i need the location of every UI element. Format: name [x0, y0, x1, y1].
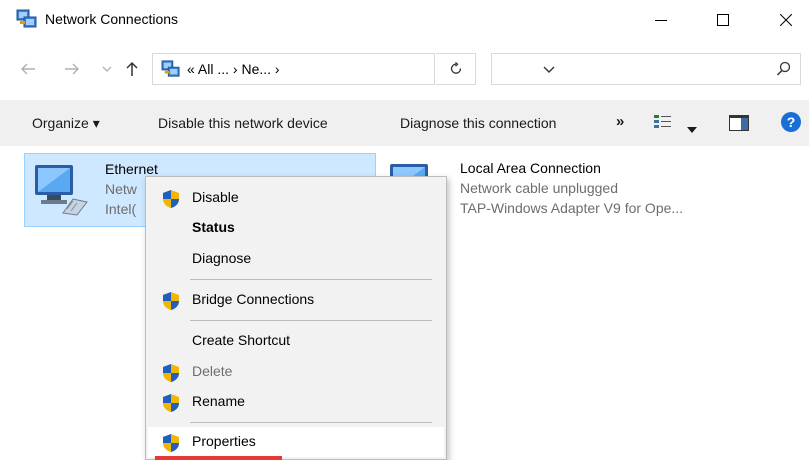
connection-name: Ethernet: [105, 161, 158, 177]
uac-shield-icon: [162, 291, 180, 311]
uac-shield-icon: [162, 363, 180, 383]
search-input[interactable]: [491, 53, 801, 85]
network-connections-icon: [16, 9, 38, 29]
organize-button[interactable]: Organize ▾: [32, 115, 100, 132]
connection-adapter: Intel(: [105, 201, 137, 217]
properties-highlight-underline: [155, 456, 282, 460]
address-bar[interactable]: « All ... › Ne... ›: [152, 53, 555, 85]
help-icon[interactable]: ?: [781, 112, 801, 132]
network-connections-icon: [161, 60, 181, 78]
diagnose-connection-button[interactable]: Diagnose this connection: [400, 115, 556, 131]
command-bar: Organize ▾ Disable this network device D…: [0, 100, 809, 146]
title-bar: Network Connections: [0, 0, 809, 40]
menu-item-rename[interactable]: Rename: [148, 387, 444, 417]
breadcrumb[interactable]: « All ... › Ne... ›: [187, 61, 280, 77]
uac-shield-icon: [162, 393, 180, 413]
refresh-button[interactable]: [436, 53, 476, 85]
forward-button[interactable]: [62, 59, 82, 79]
context-menu: Disable Status Diagnose Bridge Connectio…: [145, 176, 447, 460]
connection-status: Netw: [105, 181, 137, 197]
menu-separator: [190, 320, 432, 321]
connection-adapter: TAP-Windows Adapter V9 for Ope...: [460, 200, 684, 216]
view-options-caret-icon[interactable]: [687, 120, 697, 136]
connection-status: Network cable unplugged: [460, 180, 618, 196]
up-button[interactable]: [122, 59, 142, 79]
menu-item-diagnose[interactable]: Diagnose: [148, 244, 444, 274]
window-title: Network Connections: [45, 11, 179, 27]
uac-shield-icon: [162, 433, 180, 453]
back-button[interactable]: [18, 59, 38, 79]
close-button[interactable]: [763, 0, 809, 40]
search-icon[interactable]: [776, 61, 792, 80]
menu-item-disable[interactable]: Disable: [148, 183, 444, 213]
uac-shield-icon: [162, 189, 180, 209]
network-adapter-icon: [33, 161, 91, 217]
disable-device-button[interactable]: Disable this network device: [158, 115, 328, 131]
preview-pane-icon[interactable]: [729, 115, 749, 134]
menu-separator: [190, 279, 432, 280]
menu-item-bridge-connections[interactable]: Bridge Connections: [148, 285, 444, 315]
address-row: « All ... › Ne... ›: [0, 50, 809, 88]
refresh-icon: [450, 62, 461, 74]
menu-item-status[interactable]: Status: [148, 213, 444, 243]
menu-separator: [190, 422, 432, 423]
maximize-button[interactable]: [700, 0, 746, 40]
menu-item-delete[interactable]: Delete: [148, 357, 444, 387]
minimize-button[interactable]: [638, 0, 684, 40]
connection-name: Local Area Connection: [460, 160, 601, 176]
more-commands-button[interactable]: »: [616, 113, 624, 130]
change-view-icon[interactable]: [654, 114, 672, 133]
recent-locations-chevron-icon[interactable]: [100, 59, 114, 79]
menu-item-create-shortcut[interactable]: Create Shortcut: [148, 326, 444, 356]
menu-item-properties[interactable]: Properties: [148, 427, 444, 457]
connection-local-area[interactable]: Local Area Connection Network cable unpl…: [384, 153, 809, 227]
